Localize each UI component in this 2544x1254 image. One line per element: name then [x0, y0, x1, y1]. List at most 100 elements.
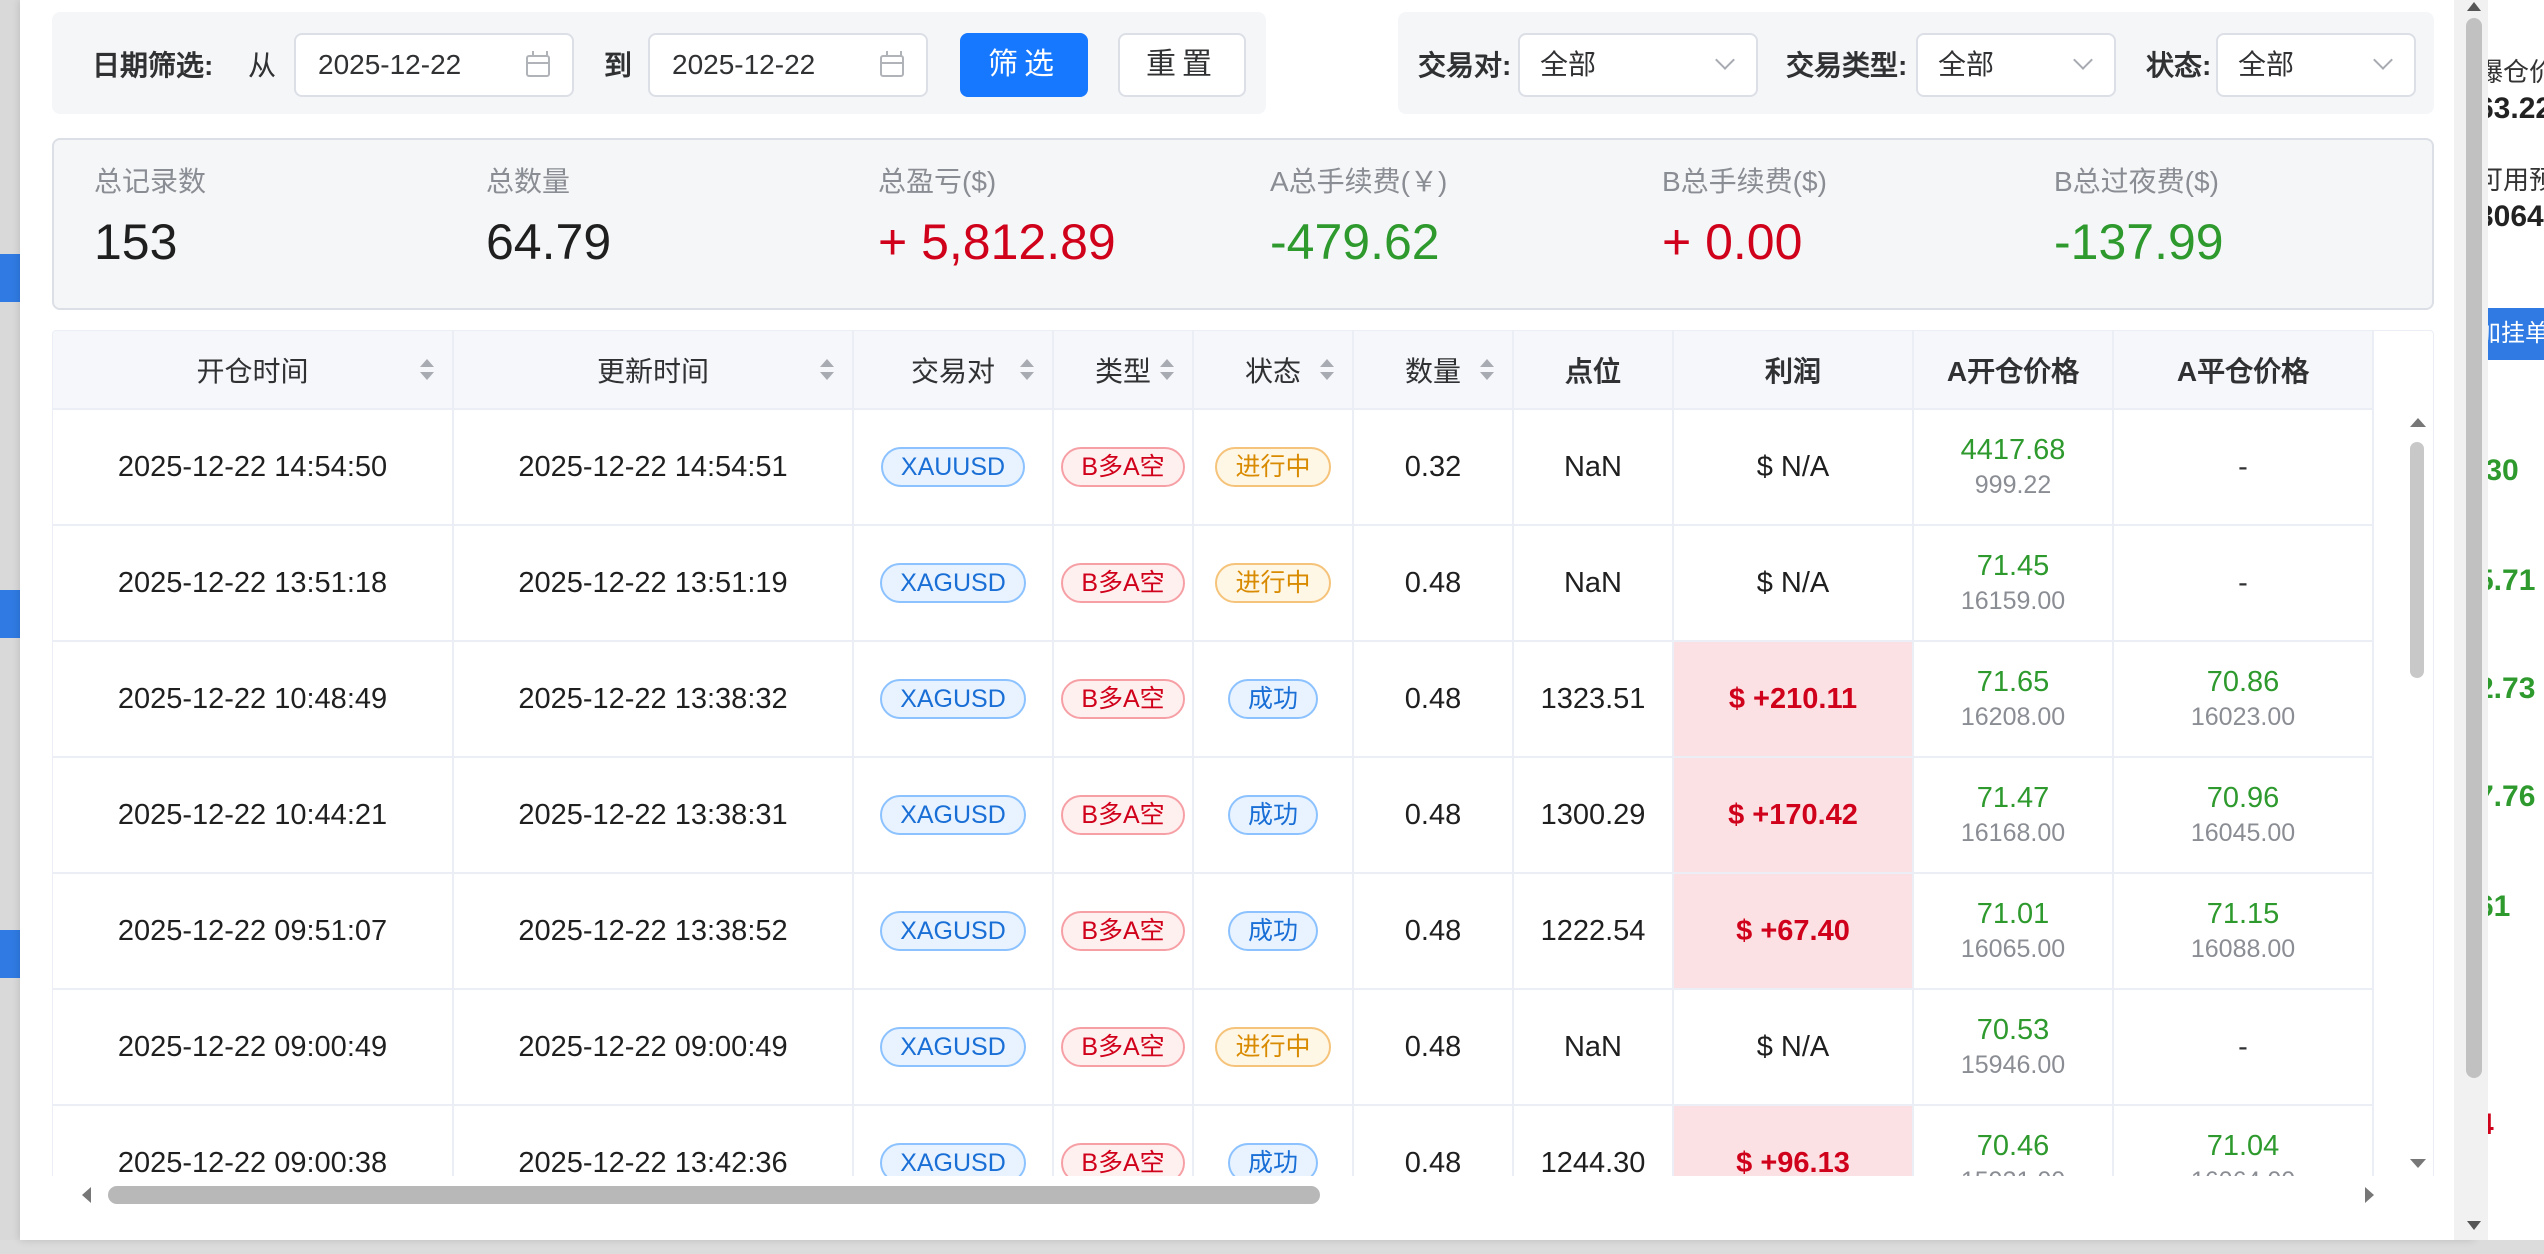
cell-update-time: 2025-12-22 13:38:52 — [453, 873, 854, 990]
col-header-label: 交易对 — [910, 355, 995, 387]
scroll-up-arrow-icon[interactable] — [2410, 418, 2426, 427]
cell-points: 1300.29 — [1513, 757, 1674, 874]
a-open-price-sub: 16168.00 — [1960, 819, 2066, 847]
sort-icon[interactable] — [820, 359, 834, 383]
cell-type: B多A空 — [1053, 409, 1194, 526]
table-row[interactable]: 2025-12-22 14:54:50 2025-12-22 14:54:51 … — [53, 409, 2374, 526]
table-vertical-scrollbar[interactable] — [2404, 408, 2432, 1176]
col-header-label: 更新时间 — [596, 355, 709, 387]
cell-status: 成功 — [1193, 873, 1354, 990]
cell-update-time: 2025-12-22 09:00:49 — [453, 989, 854, 1106]
cell-pair: XAGUSD — [853, 757, 1054, 874]
cell-open-time: 2025-12-22 09:00:49 — [53, 989, 454, 1106]
filter-button[interactable]: 筛选 — [960, 33, 1088, 97]
chevron-down-icon — [1715, 50, 1735, 70]
cell-update-time: 2025-12-22 13:38:32 — [453, 641, 854, 758]
stat-value: 153 — [94, 214, 178, 270]
scrollbar-thumb[interactable] — [2466, 18, 2482, 1078]
from-date-input[interactable]: 2025-12-22 — [294, 33, 574, 97]
col-header-status[interactable]: 状态 — [1193, 331, 1354, 410]
cell-points: 1222.54 — [1513, 873, 1674, 990]
cell-open-time: 2025-12-22 10:48:49 — [53, 641, 454, 758]
status-select[interactable]: 全部 — [2216, 33, 2416, 97]
background-left-strip — [0, 0, 20, 1254]
a-open-price-sub: 16208.00 — [1960, 703, 2066, 731]
background-nav-highlight — [0, 590, 20, 638]
scroll-down-arrow-icon[interactable] — [2410, 1159, 2426, 1168]
stat-total-pnl: 总盈亏($) + 5,812.89 — [878, 164, 1116, 274]
cell-a-close-price: - — [2113, 409, 2374, 526]
cell-a-open-price: 71.45 16159.00 — [1913, 525, 2114, 642]
cell-open-time: 2025-12-22 10:44:21 — [53, 757, 454, 874]
cell-points: 1323.51 — [1513, 641, 1674, 758]
sort-icon[interactable] — [1480, 359, 1494, 383]
a-close-price: - — [2238, 450, 2248, 483]
col-header-open-time[interactable]: 开仓时间 — [53, 331, 454, 410]
col-header-quantity[interactable]: 数量 — [1353, 331, 1514, 410]
sort-icon[interactable] — [1160, 359, 1174, 383]
stat-label: 总盈亏($) — [878, 166, 997, 197]
pair-tag: XAGUSD — [880, 563, 1026, 603]
a-close-price: - — [2238, 566, 2248, 599]
cell-update-time: 2025-12-22 13:38:31 — [453, 757, 854, 874]
stat-a-fee: A总手续费(￥) -479.62 — [1270, 164, 1447, 274]
a-close-price-sub: 16088.00 — [2190, 935, 2296, 963]
a-open-price: 70.53 — [1976, 1014, 2050, 1046]
cell-type: B多A空 — [1053, 873, 1194, 990]
trade-type-label: 交易类型: — [1786, 50, 1908, 81]
status-select-value: 全部 — [2238, 49, 2295, 80]
scrollbar-thumb[interactable] — [2410, 442, 2424, 678]
pair-select[interactable]: 全部 — [1518, 33, 1758, 97]
reset-button[interactable]: 重置 — [1118, 33, 1246, 97]
table-row[interactable]: 2025-12-22 10:48:49 2025-12-22 13:38:32 … — [53, 641, 2374, 758]
cell-profit: $ N/A — [1673, 989, 1914, 1106]
sort-icon[interactable] — [1020, 359, 1034, 383]
status-tag: 成功 — [1227, 795, 1318, 835]
table-row[interactable]: 2025-12-22 10:44:21 2025-12-22 13:38:31 … — [53, 757, 2374, 874]
summary-panel: 总记录数 153 总数量 64.79 总盈亏($) + 5,812.89 A总手… — [52, 138, 2434, 310]
sort-icon[interactable] — [420, 359, 434, 383]
col-header-type[interactable]: 类型 — [1053, 331, 1194, 410]
cell-quantity: 0.48 — [1353, 525, 1514, 642]
a-close-price: 70.86 — [2206, 666, 2280, 698]
stat-b-overnight: B总过夜费($) -137.99 — [2054, 164, 2224, 274]
scroll-up-arrow-icon[interactable] — [2467, 2, 2481, 11]
table-row[interactable]: 2025-12-22 09:00:49 2025-12-22 09:00:49 … — [53, 989, 2374, 1106]
table-row[interactable]: 2025-12-22 09:51:07 2025-12-22 13:38:52 … — [53, 873, 2374, 990]
cell-a-close-price: 71.15 16088.00 — [2113, 873, 2374, 990]
scroll-down-arrow-icon[interactable] — [2467, 1221, 2481, 1230]
stat-label: A总手续费(￥) — [1270, 166, 1448, 197]
table-row[interactable]: 2025-12-22 13:51:18 2025-12-22 13:51:19 … — [53, 525, 2374, 642]
trade-type-select[interactable]: 全部 — [1916, 33, 2116, 97]
cell-quantity: 0.48 — [1353, 641, 1514, 758]
dialog-vertical-scrollbar[interactable] — [2454, 0, 2488, 1240]
cell-a-close-price: - — [2113, 989, 2374, 1106]
sort-icon[interactable] — [1320, 359, 1334, 383]
scrollbar-thumb[interactable] — [108, 1186, 1320, 1204]
a-open-price: 71.01 — [1976, 898, 2050, 930]
stat-value: + 0.00 — [1662, 214, 1803, 270]
pair-tag: XAGUSD — [880, 1027, 1026, 1067]
col-header-update-time[interactable]: 更新时间 — [453, 331, 854, 410]
cell-a-open-price: 71.65 16208.00 — [1913, 641, 2114, 758]
cell-quantity: 0.48 — [1353, 989, 1514, 1106]
a-open-price: 71.47 — [1976, 782, 2050, 814]
cell-a-close-price: 70.96 16045.00 — [2113, 757, 2374, 874]
col-header-points: 点位 — [1513, 331, 1674, 410]
scroll-left-arrow-icon[interactable] — [82, 1187, 91, 1203]
a-open-price-sub: 999.22 — [1974, 471, 2052, 499]
a-open-price-sub: 16159.00 — [1960, 587, 2066, 615]
table-horizontal-scrollbar[interactable] — [52, 1176, 2434, 1214]
cell-open-time: 2025-12-22 09:51:07 — [53, 873, 454, 990]
records-table: 开仓时间 更新时间 交易对 类型 状态 数量 点位 利润 A开仓价格 A平仓价格… — [53, 331, 2374, 1209]
col-header-label: 开仓时间 — [196, 355, 309, 387]
scroll-right-arrow-icon[interactable] — [2365, 1187, 2374, 1203]
cell-pair: XAUUSD — [853, 409, 1054, 526]
cell-open-time: 2025-12-22 13:51:18 — [53, 525, 454, 642]
type-tag: B多A空 — [1061, 447, 1185, 487]
cell-profit: $ +170.42 — [1673, 757, 1914, 874]
to-date-input[interactable]: 2025-12-22 — [648, 33, 928, 97]
col-header-pair[interactable]: 交易对 — [853, 331, 1054, 410]
cell-a-close-price: - — [2113, 525, 2374, 642]
cell-type: B多A空 — [1053, 757, 1194, 874]
